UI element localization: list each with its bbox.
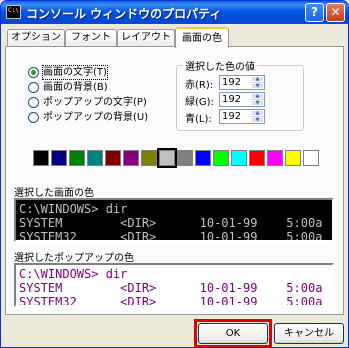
radio-label: 画面の文字(T) <box>42 65 108 80</box>
title-bar[interactable]: C:\ コンソール ウィンドウのプロパティ ? ✕ <box>1 1 348 24</box>
properties-window: C:\ コンソール ウィンドウのプロパティ ? ✕ オプション フォント レイア… <box>0 0 349 348</box>
green-value[interactable]: 192 <box>222 94 241 106</box>
radio-label: ポップアップの背景(U) <box>43 112 149 123</box>
spin-down-arrow-icon[interactable]: ▼ <box>251 100 264 106</box>
screen-colors-panel: 画面の文字(T) 画面の背景(B) ポップアップの文字(P) ポップアップの背景… <box>5 46 344 315</box>
red-spinner[interactable]: 192 ▲ ▼ <box>219 75 265 90</box>
spin-up-arrow-icon[interactable]: ▲ <box>251 76 264 82</box>
color-swatch[interactable] <box>213 150 229 166</box>
green-spinner[interactable]: 192 ▲ ▼ <box>219 92 265 107</box>
screen-color-preview: C:\WINDOWS> dir SYSTEM <DIR> 10-01-99 5:… <box>14 198 334 242</box>
blue-spin-buttons[interactable]: ▲ ▼ <box>251 110 264 123</box>
console-window-icon: C:\ <box>6 5 21 19</box>
red-spin-buttons[interactable]: ▲ ▼ <box>251 76 264 89</box>
color-swatch[interactable] <box>303 150 319 166</box>
color-swatch[interactable] <box>267 150 283 166</box>
spin-up-arrow-icon[interactable]: ▲ <box>251 110 264 116</box>
red-value[interactable]: 192 <box>222 77 241 89</box>
preview-line: C:\WINDOWS> dir <box>19 202 128 216</box>
selected-color-values-group: 選択した色の値 赤(R): 192 ▲ ▼ 緑(G): 192 ▲ ▼ 青(L)… <box>176 58 304 131</box>
tab-font[interactable]: フォント <box>65 29 117 47</box>
spin-up-arrow-icon[interactable]: ▲ <box>251 93 264 99</box>
color-swatch[interactable] <box>141 150 157 166</box>
color-swatch[interactable] <box>105 150 121 166</box>
color-swatch[interactable] <box>123 150 139 166</box>
color-swatch[interactable] <box>177 150 193 166</box>
group-title: 選択した色の値 <box>183 58 257 73</box>
green-label: 緑(G): <box>185 97 214 108</box>
preview-line: SYSTEM32 <DIR> 10-01-99 5:00a <box>19 295 323 307</box>
radio-button[interactable] <box>28 82 39 93</box>
tab-layout[interactable]: レイアウト <box>117 29 175 47</box>
blue-spinner[interactable]: 192 ▲ ▼ <box>219 109 265 124</box>
color-swatch[interactable] <box>51 150 67 166</box>
radio-button[interactable] <box>28 112 39 123</box>
blue-value[interactable]: 192 <box>222 111 241 123</box>
radio-button[interactable] <box>28 67 39 78</box>
tab-options[interactable]: オプション <box>7 29 65 47</box>
preview-line: SYSTEM32 <DIR> 10-01-99 5:00a <box>19 230 323 242</box>
color-swatch[interactable] <box>249 150 265 166</box>
popup-preview-label: 選択したポップアップの色 <box>14 253 134 264</box>
close-button[interactable]: ✕ <box>326 3 345 22</box>
color-swatch[interactable] <box>157 148 177 168</box>
popup-color-preview: C:\WINDOWS> dir SYSTEM <DIR> 10-01-99 5:… <box>14 263 334 307</box>
screen-preview-label: 選択した画面の色 <box>14 188 94 199</box>
green-spin-buttons[interactable]: ▲ ▼ <box>251 93 264 106</box>
color-swatch[interactable] <box>33 150 49 166</box>
red-label: 赤(R): <box>185 80 214 91</box>
help-button[interactable]: ? <box>305 3 324 22</box>
blue-label: 青(L): <box>185 114 212 125</box>
color-swatch[interactable] <box>231 150 247 166</box>
preview-line: SYSTEM <DIR> 10-01-99 5:00a <box>19 281 323 295</box>
spin-down-arrow-icon[interactable]: ▼ <box>251 83 264 89</box>
radio-button[interactable] <box>28 97 39 108</box>
color-swatch[interactable] <box>87 150 103 166</box>
color-swatch[interactable] <box>285 150 301 166</box>
cancel-button[interactable]: キャンセル <box>274 323 344 344</box>
radio-label: 画面の背景(B) <box>43 82 108 93</box>
preview-line: SYSTEM <DIR> 10-01-99 5:00a <box>19 216 323 230</box>
spin-down-arrow-icon[interactable]: ▼ <box>251 117 264 123</box>
radio-label: ポップアップの文字(P) <box>43 97 147 108</box>
window-title: コンソール ウィンドウのプロパティ <box>26 7 222 21</box>
ok-button[interactable]: OK <box>198 323 268 344</box>
color-swatch[interactable] <box>69 150 85 166</box>
preview-line: C:\WINDOWS> dir <box>19 267 128 281</box>
color-swatch[interactable] <box>195 150 211 166</box>
tab-screen-colors[interactable]: 画面の色 <box>175 27 229 48</box>
